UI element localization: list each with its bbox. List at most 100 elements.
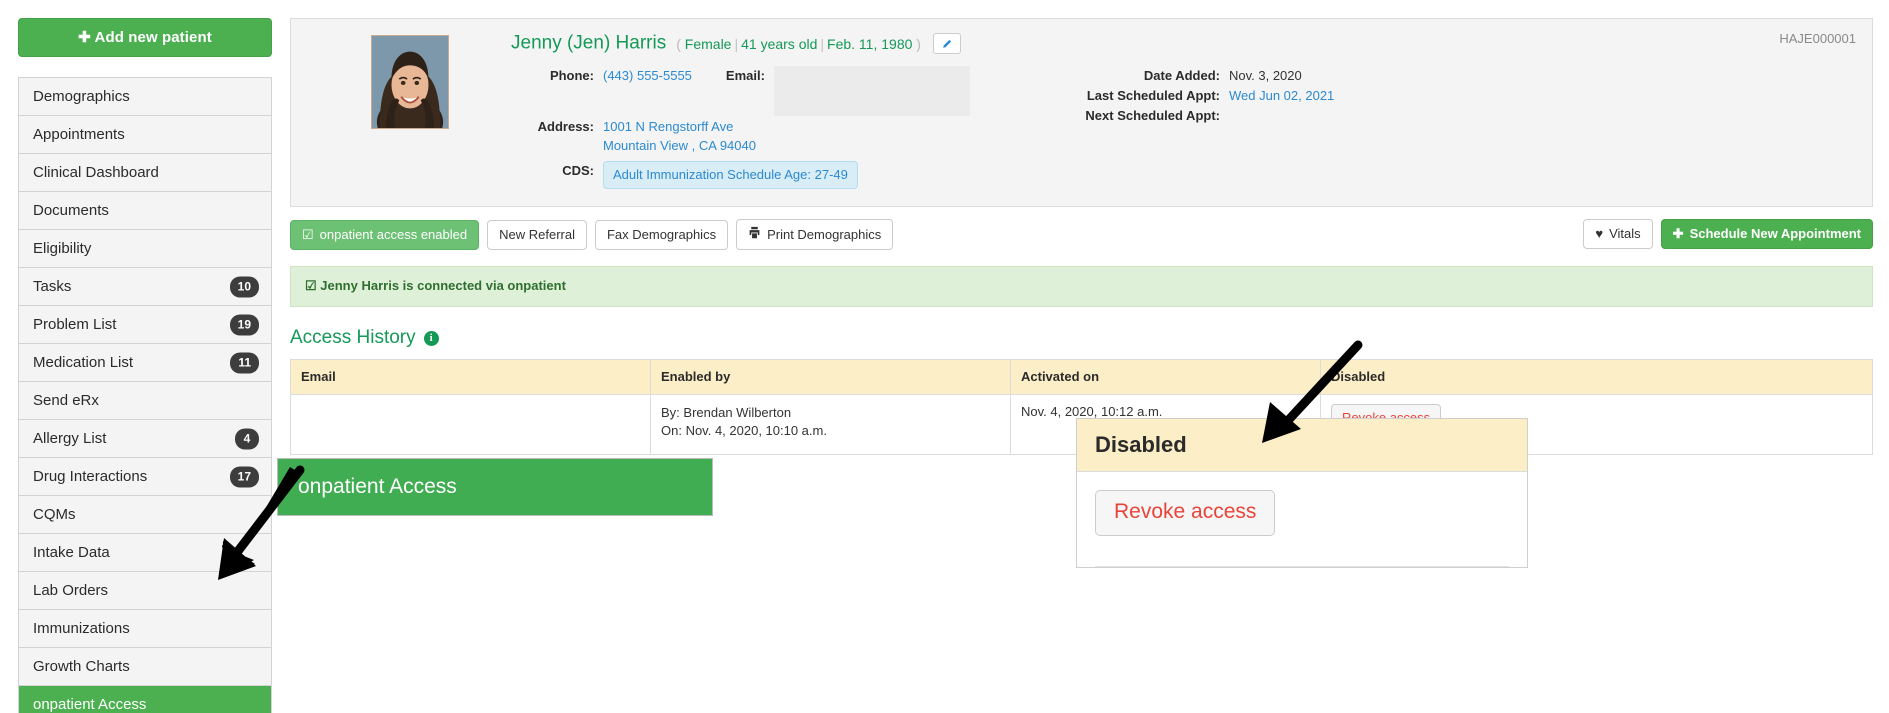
address-line-2[interactable]: Mountain View , CA 94040 [603,136,756,155]
sidebar-item-label: Allergy List [33,430,107,447]
sidebar-item-clinical-dashboard[interactable]: Clinical Dashboard [19,154,271,192]
patient-info-right: Date Added: Nov. 3, 2020 Last Scheduled … [1053,66,1334,190]
patient-name-line: Jenny (Jen) Harris ( Female | 41 years old |… [511,32,1854,55]
callout-disabled-column: Disabled Revoke access [1076,418,1528,568]
access-history-label: Access History [290,327,416,349]
cell-email [290,394,651,456]
patient-actions-toolbar: ☑ onpatient access enabled New Referral … [290,219,1873,251]
address-label: Address: [537,119,594,135]
column-header-activated-on: Activated on [1010,359,1321,396]
cell-enabled-by: By: Brendan Wilberton On: Nov. 4, 2020, … [650,394,1011,456]
sidebar-item-problem-list[interactable]: Problem List 19 [19,306,271,344]
address-line-1[interactable]: 1001 N Rengstorff Ave [603,117,756,136]
sidebar-item-label: Problem List [33,316,117,333]
sidebar-item-label: Intake Data [33,544,110,561]
sidebar-item-documents[interactable]: Documents [19,192,271,230]
next-appt-label: Next Scheduled Appt: [1085,108,1220,124]
sidebar-item-medication-list[interactable]: Medication List 11 [19,344,271,382]
sidebar-item-allergy-list[interactable]: Allergy List 4 [19,420,271,458]
sidebar-item-label: Appointments [33,126,125,143]
sidebar: ✚ Add new patient Demographics Appointme… [0,0,290,713]
onpatient-access-enabled-button[interactable]: ☑ onpatient access enabled [290,219,480,250]
add-new-patient-label: Add new patient [94,29,212,46]
patient-mrn: HAJE000001 [1779,31,1856,46]
patient-name: Jenny (Jen) Harris [511,32,667,54]
column-header-enabled-by: Enabled by [650,359,1011,396]
sidebar-item-appointments[interactable]: Appointments [19,116,271,154]
sidebar-item-label: Documents [33,202,109,219]
sidebar-item-label: Growth Charts [33,658,130,675]
sidebar-item-label: Lab Orders [33,582,109,599]
printer-icon [748,226,761,242]
sidebar-item-intake-data[interactable]: Intake Data [19,534,271,572]
patient-photo [371,35,449,129]
fax-demographics-label: Fax Demographics [606,226,717,242]
callout-disabled-header: Disabled [1077,419,1527,472]
phone-label: Phone: [549,68,594,84]
enabled-by-person: By: Brendan Wilberton [661,405,792,421]
sidebar-item-label: Send eRx [33,392,99,409]
sidebar-item-immunizations[interactable]: Immunizations [19,610,271,648]
new-referral-label: New Referral [499,226,575,242]
callout-onpatient-access-label: onpatient Access [298,475,457,498]
cds-row: CDS: Adult Immunization Schedule Age: 27… [511,161,1031,190]
sidebar-item-demographics[interactable]: Demographics [19,78,271,116]
access-history-title: Access History i [290,327,1873,349]
edit-patient-button[interactable] [932,33,961,55]
sidebar-item-label: onpatient Access [33,696,147,713]
vitals-button[interactable]: ♥ Vitals [1583,219,1653,250]
print-demographics-button[interactable]: Print Demographics [736,219,894,251]
patient-actions-right: ♥ Vitals ✚ Schedule New Appointment [1583,219,1873,250]
onpatient-connected-alert: ☑ Jenny Harris is connected via onpatien… [290,266,1873,308]
phone-row: Phone: (443) 555-5555 Email: [511,66,1031,117]
sidebar-item-cqms[interactable]: CQMs [19,496,271,534]
onpatient-connected-text: Jenny Harris is connected via onpatient [320,278,566,294]
email-value [773,66,970,117]
sidebar-item-lab-orders[interactable]: Lab Orders [19,572,271,610]
sidebar-badge-medication-list: 11 [230,352,259,373]
add-new-patient-button[interactable]: ✚ Add new patient [18,18,272,57]
callout-divider [1095,566,1509,567]
schedule-new-appointment-label: Schedule New Appointment [1689,226,1861,242]
enabled-by-date: On: Nov. 4, 2020, 10:10 a.m. [661,423,827,439]
last-appt-row: Last Scheduled Appt: Wed Jun 02, 2021 [1053,86,1334,105]
sidebar-badge-tasks: 10 [229,276,259,297]
main-content: HAJE000001 Jenny (Jen) Harris (Female |… [290,18,1873,456]
sidebar-item-label: Clinical Dashboard [33,164,159,181]
sidebar-item-onpatient-access[interactable]: onpatient Access [19,686,271,713]
callout-onpatient-access: onpatient Access [277,458,713,516]
sidebar-item-growth-charts[interactable]: Growth Charts [19,648,271,686]
checked-box-icon: ☑ [302,226,314,242]
sidebar-item-eligibility[interactable]: Eligibility [19,230,271,268]
checked-box-icon: ☑ [305,278,317,294]
sidebar-item-send-erx[interactable]: Send eRx [19,382,271,420]
sidebar-item-label: Drug Interactions [33,468,148,485]
app-root: ✚ Add new patient Demographics Appointme… [0,0,1889,713]
onpatient-access-enabled-label: onpatient access enabled [319,226,468,242]
sidebar-item-label: Immunizations [33,620,130,637]
sidebar-badge-problem-list: 19 [229,314,259,335]
cds-label: CDS: [562,163,594,179]
last-appt-value[interactable]: Wed Jun 02, 2021 [1229,86,1334,105]
column-header-disabled: Disabled [1320,359,1873,396]
patient-age: 41 years old [741,35,818,52]
date-added-label: Date Added: [1143,68,1220,84]
paren-open: ( [676,35,681,52]
email-label: Email: [725,68,765,84]
schedule-new-appointment-button[interactable]: ✚ Schedule New Appointment [1660,219,1873,250]
column-header-email: Email [290,359,651,396]
sidebar-item-drug-interactions[interactable]: Drug Interactions 17 [19,458,271,496]
fax-demographics-button[interactable]: Fax Demographics [594,219,729,250]
new-referral-button[interactable]: New Referral [487,219,587,250]
callout-revoke-access-button[interactable]: Revoke access [1095,490,1276,536]
callout-disabled-body: Revoke access [1077,472,1527,536]
phone-value[interactable]: (443) 555-5555 [603,66,692,116]
address-row: Address: 1001 N Rengstorff Ave Mountain … [511,117,1031,155]
sidebar-item-tasks[interactable]: Tasks 10 [19,268,271,306]
info-icon[interactable]: i [423,330,439,346]
table-header-row: Email Enabled by Activated on Disabled [290,359,1873,396]
sidebar-item-label: CQMs [33,506,76,523]
cds-pill[interactable]: Adult Immunization Schedule Age: 27-49 [603,161,858,190]
sidebar-badge-drug-interactions: 17 [229,466,259,487]
sidebar-item-label: Eligibility [33,240,92,257]
